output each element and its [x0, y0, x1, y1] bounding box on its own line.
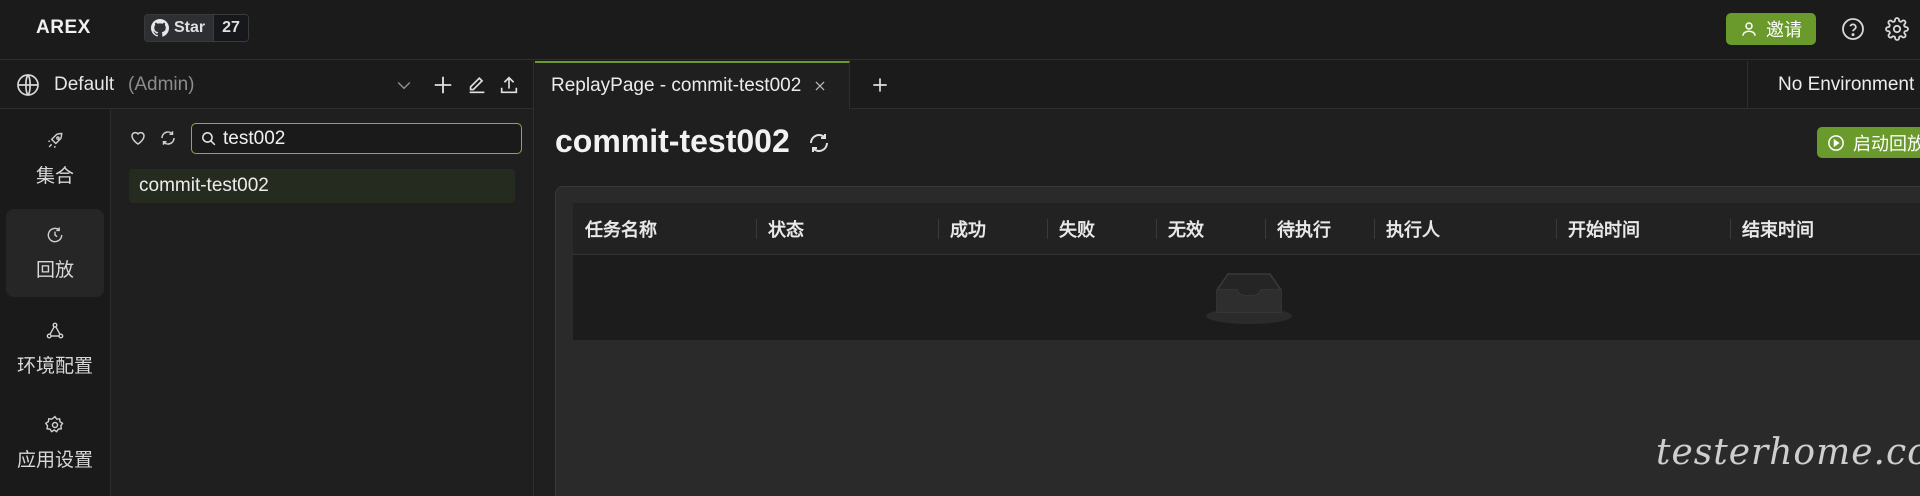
watermark: testerhome.com	[1656, 432, 1920, 473]
nav-item-environment[interactable]: 环境配置	[6, 305, 104, 393]
github-star-count[interactable]: 27	[213, 15, 248, 41]
environment-nodes-icon	[46, 322, 64, 339]
play-circle-icon	[1828, 134, 1844, 151]
column-header: 开始时间	[1556, 203, 1730, 254]
table-empty-body	[573, 255, 1920, 340]
edit-icon[interactable]	[464, 72, 490, 98]
refresh-icon[interactable]	[157, 127, 179, 149]
add-workspace-icon[interactable]	[430, 72, 456, 98]
column-header: 状态	[756, 203, 938, 254]
invite-label: 邀请	[1766, 20, 1802, 40]
table-header: 任务名称 状态 成功 失败 无效 待执行 执行人 开始时间 结束时间	[573, 203, 1920, 255]
page-title: commit-test002	[555, 123, 790, 159]
nav-item-replay[interactable]: 回放	[6, 209, 104, 297]
search-input[interactable]	[223, 127, 503, 150]
column-header: 待执行	[1265, 203, 1374, 254]
chevron-down-icon[interactable]	[394, 75, 414, 100]
github-star-widget[interactable]: Star 27	[144, 14, 249, 42]
tree-search-field[interactable]	[191, 123, 522, 154]
empty-inbox-icon	[1206, 273, 1292, 324]
globe-icon	[16, 73, 40, 102]
column-header: 结束时间	[1730, 203, 1920, 254]
start-replay-label: 启动回放	[1853, 133, 1920, 154]
rocket-icon	[48, 132, 63, 148]
nav-item-label: 集合	[35, 165, 74, 187]
export-upload-icon[interactable]	[496, 72, 522, 98]
nav-rail: 集合 回放 环境配置 应用设置	[0, 109, 111, 496]
refresh-icon[interactable]	[807, 131, 831, 160]
column-header: 执行人	[1374, 203, 1556, 254]
nav-item-label: 环境配置	[16, 355, 93, 377]
github-icon	[151, 19, 169, 37]
invite-button[interactable]: 邀请	[1726, 13, 1816, 45]
settings-gear-icon[interactable]	[1884, 16, 1910, 42]
tab-replay-page[interactable]: ReplayPage - commit-test002	[535, 61, 850, 109]
nav-item-label: 回放	[35, 259, 74, 281]
github-star-button[interactable]: Star	[145, 15, 214, 41]
replay-clock-icon	[47, 227, 63, 242]
user-icon	[1742, 22, 1756, 36]
help-icon[interactable]	[1840, 16, 1866, 42]
close-icon[interactable]	[813, 79, 827, 93]
workspace-role: (Admin)	[128, 74, 195, 95]
column-header: 失败	[1047, 203, 1156, 254]
gear-icon	[45, 415, 64, 433]
add-tab-icon[interactable]	[867, 72, 893, 98]
environment-selector[interactable]: No Environment	[1747, 61, 1920, 109]
collection-tree-panel: commit-test002	[111, 109, 534, 496]
column-header: 无效	[1156, 203, 1265, 254]
tab-label: ReplayPage - commit-test002	[551, 75, 802, 96]
nav-item-collection[interactable]: 集合	[6, 115, 104, 203]
top-bar: AREX Star 27 邀请	[0, 0, 1920, 60]
tree-node[interactable]: commit-test002	[129, 169, 515, 203]
tab-bar: ReplayPage - commit-test002 No Environme…	[535, 61, 1920, 109]
github-star-label: Star	[174, 19, 206, 36]
nav-item-app-settings[interactable]: 应用设置	[6, 399, 104, 487]
workspace-header: Default (Admin)	[0, 61, 534, 109]
start-replay-button[interactable]: 启动回放	[1817, 127, 1920, 158]
app-logo: AREX	[36, 17, 91, 38]
replay-task-table: 任务名称 状态 成功 失败 无效 待执行 执行人 开始时间 结束时间	[573, 203, 1920, 340]
column-header: 任务名称	[585, 219, 657, 240]
nav-item-label: 应用设置	[16, 449, 93, 471]
heart-favorite-icon[interactable]	[127, 127, 149, 149]
column-header: 成功	[938, 203, 1047, 254]
workspace-name[interactable]: Default	[54, 74, 114, 96]
search-icon	[202, 132, 216, 146]
tree-node-label: commit-test002	[139, 175, 269, 196]
